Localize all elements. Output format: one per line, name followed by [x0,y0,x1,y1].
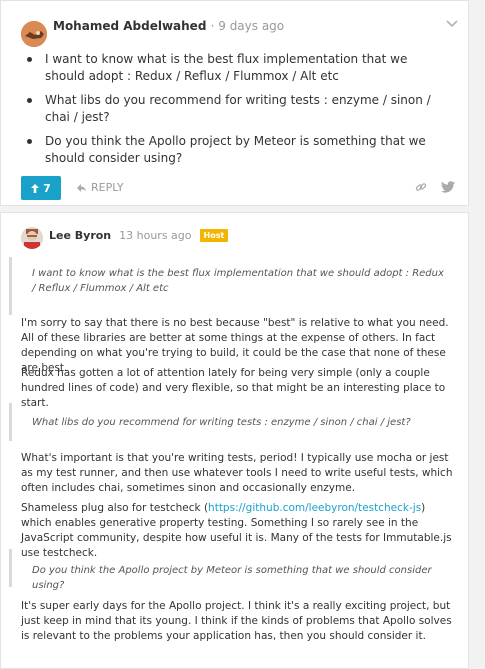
quote-text: Do you think the Apollo project by Meteo… [32,565,432,591]
vote-count: 7 [43,181,51,195]
reply-label: REPLY [91,181,124,194]
page: Mohamed Abdelwahed · 9 days ago I want t… [0,0,485,669]
question-item: I want to know what is the best flux imp… [27,51,447,85]
link-icon[interactable] [415,181,427,193]
question-card: Mohamed Abdelwahed · 9 days ago I want t… [0,0,469,206]
question-author-line: Mohamed Abdelwahed · 9 days ago [53,19,284,33]
quote-block: Do you think the Apollo project by Meteo… [9,549,449,591]
author-name[interactable]: Lee Byron [49,229,111,242]
answer-paragraph: It's super early days for the Apollo pro… [21,600,452,642]
question-list: I want to know what is the best flux imp… [27,51,447,174]
post-time: 13 hours ago [119,229,192,242]
upvote-button[interactable]: 7 [21,176,61,200]
quote-text: I want to know what is the best flux imp… [32,268,444,294]
author-name[interactable]: Mohamed Abdelwahed [53,19,206,33]
testcheck-link[interactable]: https://github.com/leebyron/testcheck-js [208,502,421,514]
reply-arrow-icon [77,183,86,192]
quote-text: What libs do you recommend for writing t… [32,417,411,428]
question-item: What libs do you recommend for writing t… [27,92,447,126]
chevron-down-icon[interactable] [446,19,458,29]
post-time: · 9 days ago [210,19,285,33]
answer-author-line: Lee Byron 13 hours ago Host [49,229,229,242]
question-item: Do you think the Apollo project by Meteo… [27,133,447,167]
reply-button[interactable]: REPLY [77,181,124,194]
answer-card: Lee Byron 13 hours ago Host I want to kn… [0,212,469,669]
quote-block: What libs do you recommend for writing t… [9,403,449,441]
paragraph-text: Shameless plug also for testcheck ( [21,502,209,514]
answer-paragraph: What's important is that you're writing … [21,452,453,494]
avatar[interactable] [21,227,43,249]
twitter-icon[interactable] [441,181,455,193]
host-badge: Host [199,229,229,242]
quote-block: I want to know what is the best flux imp… [9,257,449,315]
arrow-up-icon [31,183,40,193]
avatar[interactable] [21,21,47,47]
